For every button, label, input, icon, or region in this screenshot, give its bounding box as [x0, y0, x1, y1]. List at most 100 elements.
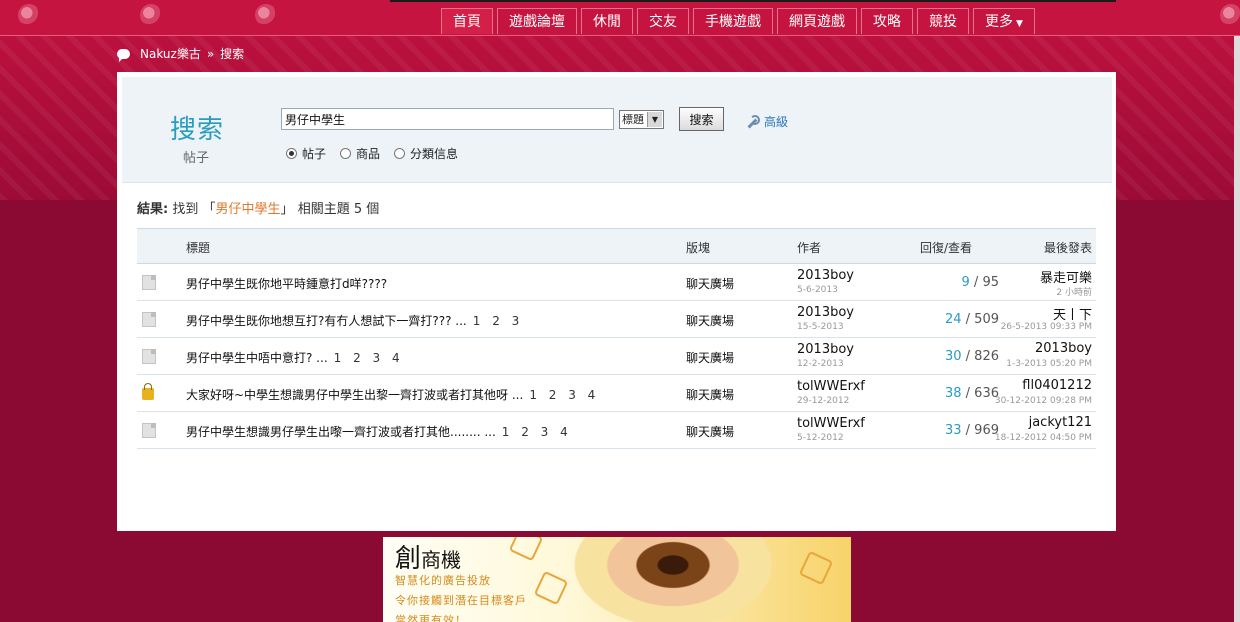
- search-subtitle: 帖子: [183, 151, 210, 166]
- thread-counts: 33 / 969: [907, 423, 999, 438]
- thread-forum-link[interactable]: 聊天廣場: [686, 275, 734, 292]
- lock-icon: [142, 383, 154, 400]
- thread-icon: [142, 423, 156, 438]
- doc-icon: [142, 312, 156, 327]
- advanced-search-link[interactable]: 高級: [746, 113, 788, 130]
- search-box: 搜索 帖子 標題 ▼ 搜索 高級 帖子 商品 分類信息: [122, 77, 1112, 183]
- radio-classifieds-dot[interactable]: [394, 148, 406, 159]
- eye-image-icon: [558, 537, 788, 622]
- result-keyword: 男仔中學生: [215, 202, 281, 217]
- nav-item-home[interactable]: 首頁: [441, 8, 493, 34]
- main-nav: 首頁 遊戲論壇 休閒 交友 手機遊戲 網頁遊戲 攻略 競投 更多 ▼: [441, 8, 1035, 34]
- ad-title: 創商機: [395, 538, 461, 575]
- thread-pages[interactable]: 1 2 3: [473, 314, 520, 328]
- thread-last-date[interactable]: 30-12-2012 09:28 PM: [995, 396, 1092, 406]
- table-row: 男仔中學生既你地平時鍾意打d咩???? 聊天廣場 2013boy 5-6-201…: [137, 264, 1096, 301]
- ad-line-3: 當然更有效！: [395, 614, 467, 622]
- nav-item-auction[interactable]: 競投: [917, 8, 969, 34]
- table-row: 男仔中學生中唔中意打? ... 1 2 3 4 聊天廣場 2013boy 12-2…: [137, 338, 1096, 375]
- result-post: 相關主題: [297, 202, 350, 217]
- nav-item-more[interactable]: 更多 ▼: [973, 8, 1035, 34]
- radio-posts-label: 帖子: [302, 147, 327, 161]
- thread-subject-link[interactable]: 男仔中學生既你地平時鍾意打d咩????: [186, 275, 393, 292]
- nav-item-web-games[interactable]: 網頁遊戲: [777, 8, 857, 34]
- result-pre: 找到: [172, 202, 199, 217]
- header-forum: 版塊: [686, 241, 711, 255]
- thread-subject-link[interactable]: 男仔中學生想識男仔學生出嚟一齊打波或者打其他........ ... 1 2 3 …: [186, 423, 568, 440]
- advanced-search-label: 高級: [764, 115, 789, 129]
- thread-author-date: 5-12-2012: [797, 433, 844, 443]
- counts-separator: /: [965, 386, 971, 401]
- thread-author-link[interactable]: 2013boy: [797, 268, 854, 283]
- thread-last-date[interactable]: 18-12-2012 04:50 PM: [995, 433, 1092, 443]
- thread-last-date[interactable]: 2 小時前: [1056, 285, 1092, 298]
- table-header: 標題 版塊 作者 回復/查看 最後發表: [137, 228, 1096, 264]
- thread-last-poster-link[interactable]: jackyt121: [1029, 415, 1092, 430]
- nav-item-social[interactable]: 交友: [637, 8, 689, 34]
- thread-author-date: 12-2-2013: [797, 359, 844, 369]
- radio-posts[interactable]: 帖子: [286, 145, 326, 162]
- thread-counts: 24 / 509: [907, 312, 999, 327]
- doc-icon: [142, 423, 156, 438]
- thread-pages[interactable]: 1 2 3 4: [334, 351, 400, 365]
- search-button[interactable]: 搜索: [679, 107, 724, 131]
- ad-title-big: 創: [395, 544, 422, 574]
- thread-last-poster-link[interactable]: 天丨下: [1053, 304, 1092, 323]
- thread-replies: 30: [944, 349, 962, 364]
- thread-author-link[interactable]: tolWWErxf: [797, 416, 865, 431]
- thread-counts: 9 / 95: [907, 275, 1000, 290]
- nav-item-leisure[interactable]: 休閒: [581, 8, 633, 34]
- thread-author-date: 29-12-2012: [797, 396, 850, 406]
- thread-forum-link[interactable]: 聊天廣場: [686, 386, 734, 403]
- nav-item-game-forum[interactable]: 遊戲論壇: [497, 8, 577, 34]
- search-input[interactable]: [281, 108, 614, 130]
- thread-author-link[interactable]: tolWWErxf: [797, 379, 865, 394]
- top-bar: 首頁 遊戲論壇 休閒 交友 手機遊戲 網頁遊戲 攻略 競投 更多 ▼: [0, 0, 1240, 36]
- thread-subject-link[interactable]: 大家好呀~中學生想識男仔中學生出黎一齊打波或者打其他呀 ... 1 2 3 4: [186, 386, 595, 403]
- dice-icon: [798, 550, 834, 586]
- thread-last-poster-link[interactable]: 2013boy: [1035, 341, 1092, 356]
- top-strip: [390, 0, 1116, 2]
- pattern-logo-icon: [18, 4, 40, 26]
- thread-author-link[interactable]: 2013boy: [797, 305, 854, 320]
- ad-banner[interactable]: 創商機 智慧化的廣告投放 令你接觸到潛在目標客戶 當然更有效！: [383, 537, 851, 622]
- result-summary: 結果: 找到 「男仔中學生」 相關主題 5 個: [137, 198, 379, 217]
- thread-pages[interactable]: 1 2 3 4: [529, 388, 595, 402]
- thread-author-date: 5-6-2013: [797, 285, 838, 295]
- radio-goods[interactable]: 商品: [340, 145, 380, 162]
- thread-subject-link[interactable]: 男仔中學生既你地想互打?有冇人想試下一齊打??? ... 1 2 3: [186, 312, 519, 329]
- radio-posts-dot[interactable]: [286, 148, 297, 159]
- result-count: 5: [353, 202, 363, 217]
- thread-views: 826: [974, 349, 999, 364]
- thread-subject: 男仔中學生既你地平時鍾意打d咩????: [186, 277, 388, 291]
- pattern-logo-icon: [255, 4, 277, 26]
- select-arrow-icon: ▼: [647, 112, 662, 127]
- counts-separator: /: [965, 423, 971, 438]
- radio-classifieds-label: 分類信息: [410, 147, 459, 161]
- search-field-select[interactable]: 標題 ▼: [619, 110, 664, 129]
- thread-last-poster-link[interactable]: 暴走可樂: [1040, 267, 1092, 286]
- nav-item-mobile-games[interactable]: 手機遊戲: [693, 8, 773, 34]
- breadcrumb-site-link[interactable]: Nakuz樂古: [140, 45, 201, 62]
- thread-forum-link[interactable]: 聊天廣場: [686, 312, 734, 329]
- thread-last-poster-link[interactable]: fll0401212: [1022, 378, 1092, 393]
- thread-forum-link[interactable]: 聊天廣場: [686, 349, 734, 366]
- thread-pages[interactable]: 1 2 3 4: [502, 425, 568, 439]
- thread-subject: 男仔中學生中唔中意打? ...: [186, 351, 328, 365]
- thread-last-date[interactable]: 26-5-2013 09:33 PM: [1001, 322, 1092, 332]
- header-author: 作者: [797, 241, 822, 255]
- breadcrumb-current: 搜索: [220, 47, 245, 61]
- thread-subject: 男仔中學生想識男仔學生出嚟一齊打波或者打其他........ ...: [186, 425, 496, 439]
- search-field-select-value: 標題: [622, 113, 644, 126]
- radio-classifieds[interactable]: 分類信息: [394, 145, 458, 162]
- scrollbar[interactable]: [1234, 36, 1240, 622]
- thread-author-link[interactable]: 2013boy: [797, 342, 854, 357]
- chat-bubble-icon: [117, 48, 130, 62]
- radio-goods-dot[interactable]: [340, 148, 352, 159]
- thread-last-date[interactable]: 1-3-2013 05:20 PM: [1006, 359, 1092, 369]
- thread-forum-link[interactable]: 聊天廣場: [686, 423, 734, 440]
- nav-item-guides[interactable]: 攻略: [861, 8, 913, 34]
- thread-subject-link[interactable]: 男仔中學生中唔中意打? ... 1 2 3 4: [186, 349, 400, 366]
- pattern-logo-icon: [140, 4, 162, 26]
- header-counts: 回復/查看: [920, 241, 973, 255]
